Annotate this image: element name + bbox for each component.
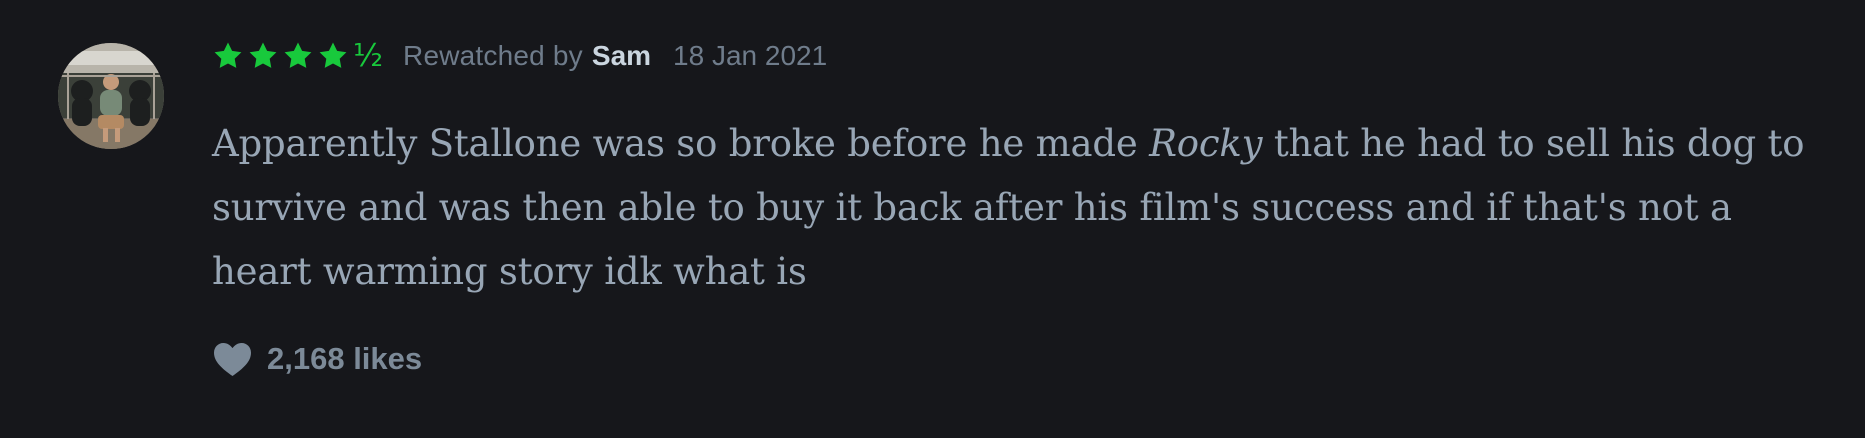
star-icon bbox=[212, 40, 244, 72]
review-meta: ½ Rewatched by Sam 18 Jan 2021 bbox=[212, 34, 827, 78]
likes-count: 2,168 likes bbox=[267, 341, 423, 376]
review-action: Rewatched by bbox=[403, 40, 583, 71]
star-icon bbox=[317, 40, 349, 72]
rating-stars: ½ bbox=[212, 40, 383, 72]
film-title: Rocky bbox=[1149, 122, 1263, 165]
star-icon bbox=[247, 40, 279, 72]
likes-button[interactable]: 2,168 likes bbox=[212, 341, 422, 377]
half-star-rating: ½ bbox=[353, 37, 384, 74]
star-icon bbox=[282, 40, 314, 72]
author-link[interactable]: Sam bbox=[592, 40, 651, 72]
review-text: Apparently Stallone was so broke before … bbox=[212, 112, 1842, 304]
review-date: 18 Jan 2021 bbox=[673, 40, 828, 71]
avatar[interactable] bbox=[58, 43, 164, 149]
review-text-start: Apparently Stallone was so broke before … bbox=[212, 122, 1150, 165]
review-card: ½ Rewatched by Sam 18 Jan 2021 Apparentl… bbox=[0, 0, 1865, 438]
heart-icon bbox=[212, 341, 253, 377]
